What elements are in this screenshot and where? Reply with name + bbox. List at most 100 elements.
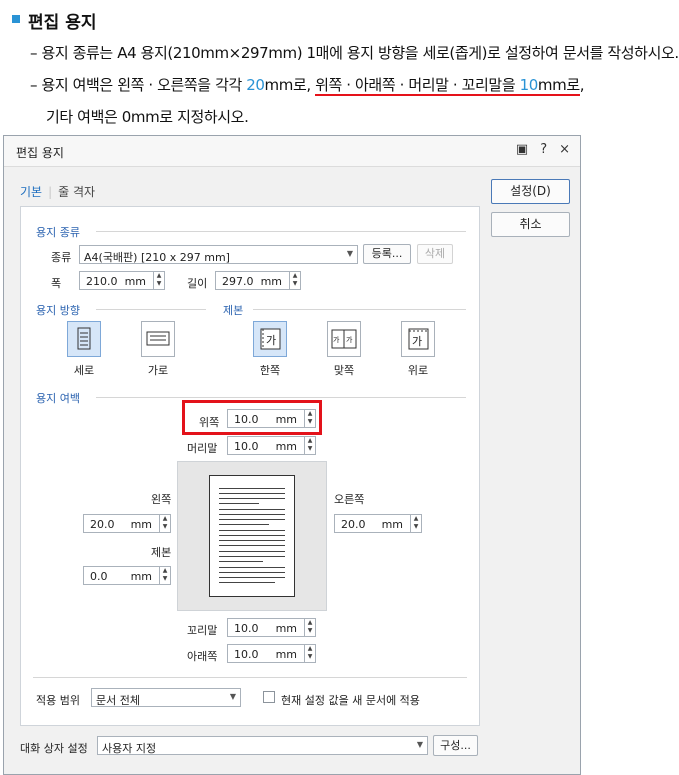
unit-label: mm bbox=[130, 518, 152, 531]
line2-mid: mm로, bbox=[264, 76, 316, 94]
unit-label: mm bbox=[130, 570, 152, 583]
apply-scope-value: 문서 전체 bbox=[96, 694, 140, 707]
chevron-down-icon: ▼ bbox=[229, 692, 236, 701]
unit-label: mm bbox=[275, 413, 297, 426]
section-margins: 용지 여백 bbox=[36, 392, 80, 405]
binding-glyph: 가 bbox=[412, 335, 422, 348]
tab-bar: 기본 | 줄 격자 bbox=[20, 183, 95, 200]
dialog-setting-select[interactable]: 사용자 지정 ▼ bbox=[97, 736, 428, 755]
instruction-line-3: 기타 여백은 0mm로 지정하시오. bbox=[46, 108, 249, 126]
length-label: 길이 bbox=[187, 277, 208, 290]
gutter-margin-field[interactable]: 0.0 mm ▲ ▼ bbox=[83, 566, 171, 585]
restore-icon[interactable]: ▣ bbox=[516, 142, 528, 157]
width-label: 폭 bbox=[51, 277, 62, 290]
ok-button[interactable]: 설정(D) bbox=[491, 179, 570, 204]
spinner-icon[interactable]: ▲ ▼ bbox=[159, 567, 170, 584]
apply-scope-label: 적용 범위 bbox=[36, 694, 80, 707]
bottom-margin-value: 10.0 bbox=[234, 648, 259, 661]
apply-scope-select[interactable]: 문서 전체 ▼ bbox=[91, 688, 241, 707]
right-margin-field[interactable]: 20.0 mm ▲ ▼ bbox=[334, 514, 422, 533]
preview-paper bbox=[209, 475, 295, 597]
portrait-page-icon bbox=[77, 327, 91, 350]
delete-button[interactable]: 삭제 bbox=[417, 244, 453, 264]
dialog-setting-value: 사용자 지정 bbox=[102, 742, 157, 755]
section-orientation: 용지 방향 bbox=[36, 304, 80, 317]
spinner-icon[interactable]: ▲ ▼ bbox=[304, 619, 315, 636]
apply-new-doc-checkbox[interactable] bbox=[263, 691, 275, 703]
tab-separator: | bbox=[48, 185, 53, 199]
tab-grid[interactable]: 줄 격자 bbox=[58, 185, 95, 199]
spinner-icon[interactable]: ▲ ▼ bbox=[159, 515, 170, 532]
spinner-icon[interactable]: ▲ ▼ bbox=[304, 437, 315, 454]
binding-glyph: 가 bbox=[333, 335, 340, 344]
register-button[interactable]: 등록... bbox=[363, 244, 411, 264]
binding-one-side-icon: 가 bbox=[260, 328, 281, 350]
instruction-line-1: – 용지 종류는 A4 용지(210mm×297mm) 1매에 용지 방향을 세… bbox=[30, 44, 679, 62]
portrait-button[interactable] bbox=[67, 321, 101, 357]
titlebar-icons: ▣? × bbox=[504, 142, 570, 157]
unit-label: mm bbox=[275, 648, 297, 661]
chevron-down-icon: ▼ bbox=[416, 740, 423, 749]
binding-top-label: 위로 bbox=[407, 364, 429, 377]
left-margin-label: 왼쪽 bbox=[151, 493, 172, 506]
spinner-icon[interactable]: ▲ ▼ bbox=[153, 272, 164, 289]
page-setup-dialog: 편집 용지 ▣? × 기본 | 줄 격자 설정(D) 취소 용지 종류 종류 A4(국… bbox=[3, 135, 581, 775]
binding-top-icon: 가 bbox=[408, 328, 429, 350]
binding-facing-button[interactable]: 가가 bbox=[327, 321, 361, 357]
line2-end: , bbox=[579, 76, 585, 94]
binding-glyph: 가 bbox=[346, 335, 353, 344]
section-divider bbox=[33, 677, 467, 678]
gutter-margin-value: 0.0 bbox=[90, 570, 108, 583]
line2-underlined: 위쪽 · 아래쪽 · 머리말 · 꼬리말을 10mm로 bbox=[315, 76, 580, 96]
apply-new-doc-label: 현재 설정 값을 새 문서에 적용 bbox=[281, 694, 420, 707]
line2-num2: 10 bbox=[519, 76, 539, 94]
unit-label: mm bbox=[275, 440, 297, 453]
footer-margin-label: 꼬리말 bbox=[187, 624, 218, 637]
help-icon[interactable]: ? bbox=[540, 142, 547, 157]
dialog-title: 편집 용지 bbox=[16, 146, 64, 160]
cancel-button[interactable]: 취소 bbox=[491, 212, 570, 237]
binding-facing-label: 맞쪽 bbox=[333, 364, 355, 377]
margin-preview bbox=[177, 461, 327, 611]
spinner-icon[interactable]: ▲ ▼ bbox=[410, 515, 421, 532]
binding-top-button[interactable]: 가 bbox=[401, 321, 435, 357]
top-margin-field[interactable]: 10.0 mm ▲ ▼ bbox=[227, 409, 316, 428]
line2-underlined-a: 위쪽 · 아래쪽 · 머리말 · 꼬리말을 bbox=[315, 76, 520, 94]
gutter-margin-label: 제본 bbox=[151, 546, 172, 559]
spinner-icon[interactable]: ▲ ▼ bbox=[304, 410, 315, 427]
spinner-icon[interactable]: ▲ ▼ bbox=[289, 272, 300, 289]
unit-label: mm bbox=[275, 622, 297, 635]
section-divider bbox=[96, 231, 466, 232]
right-margin-label: 오른쪽 bbox=[334, 493, 365, 506]
landscape-button[interactable] bbox=[141, 321, 175, 357]
bottom-margin-label: 아래쪽 bbox=[187, 650, 218, 663]
width-unit: mm bbox=[124, 275, 146, 288]
line2-pre: – 용지 여백은 왼쪽 · 오른쪽을 각각 bbox=[30, 76, 247, 94]
length-value: 297.0 bbox=[222, 275, 254, 288]
length-unit: mm bbox=[260, 275, 282, 288]
header-margin-label: 머리말 bbox=[187, 442, 218, 455]
width-value: 210.0 bbox=[86, 275, 118, 288]
close-icon[interactable]: × bbox=[559, 142, 570, 157]
section-binding: 제본 bbox=[223, 304, 244, 317]
line2-num1: 20 bbox=[246, 76, 265, 94]
bottom-margin-field[interactable]: 10.0 mm ▲ ▼ bbox=[227, 644, 316, 663]
length-field[interactable]: 297.0 mm ▲ ▼ bbox=[215, 271, 301, 290]
line2-underlined-b: mm로 bbox=[537, 76, 580, 94]
dialog-titlebar: 편집 용지 ▣? × bbox=[4, 136, 580, 167]
footer-margin-field[interactable]: 10.0 mm ▲ ▼ bbox=[227, 618, 316, 637]
chevron-down-icon: ▼ bbox=[346, 249, 353, 258]
width-field[interactable]: 210.0 mm ▲ ▼ bbox=[79, 271, 165, 290]
left-margin-field[interactable]: 20.0 mm ▲ ▼ bbox=[83, 514, 171, 533]
section-divider bbox=[96, 309, 206, 310]
tab-basic[interactable]: 기본 bbox=[20, 185, 42, 199]
paper-kind-select[interactable]: A4(국배판) [210 x 297 mm] ▼ bbox=[79, 245, 358, 264]
header-margin-field[interactable]: 10.0 mm ▲ ▼ bbox=[227, 436, 316, 455]
spinner-icon[interactable]: ▲ ▼ bbox=[304, 645, 315, 662]
binding-glyph: 가 bbox=[266, 334, 276, 347]
section-divider bbox=[96, 397, 466, 398]
binding-one-side-button[interactable]: 가 bbox=[253, 321, 287, 357]
compose-button[interactable]: 구성... bbox=[433, 735, 478, 756]
footer-margin-value: 10.0 bbox=[234, 622, 259, 635]
instruction-line-2: – 용지 여백은 왼쪽 · 오른쪽을 각각 20mm로, 위쪽 · 아래쪽 · … bbox=[30, 74, 585, 96]
